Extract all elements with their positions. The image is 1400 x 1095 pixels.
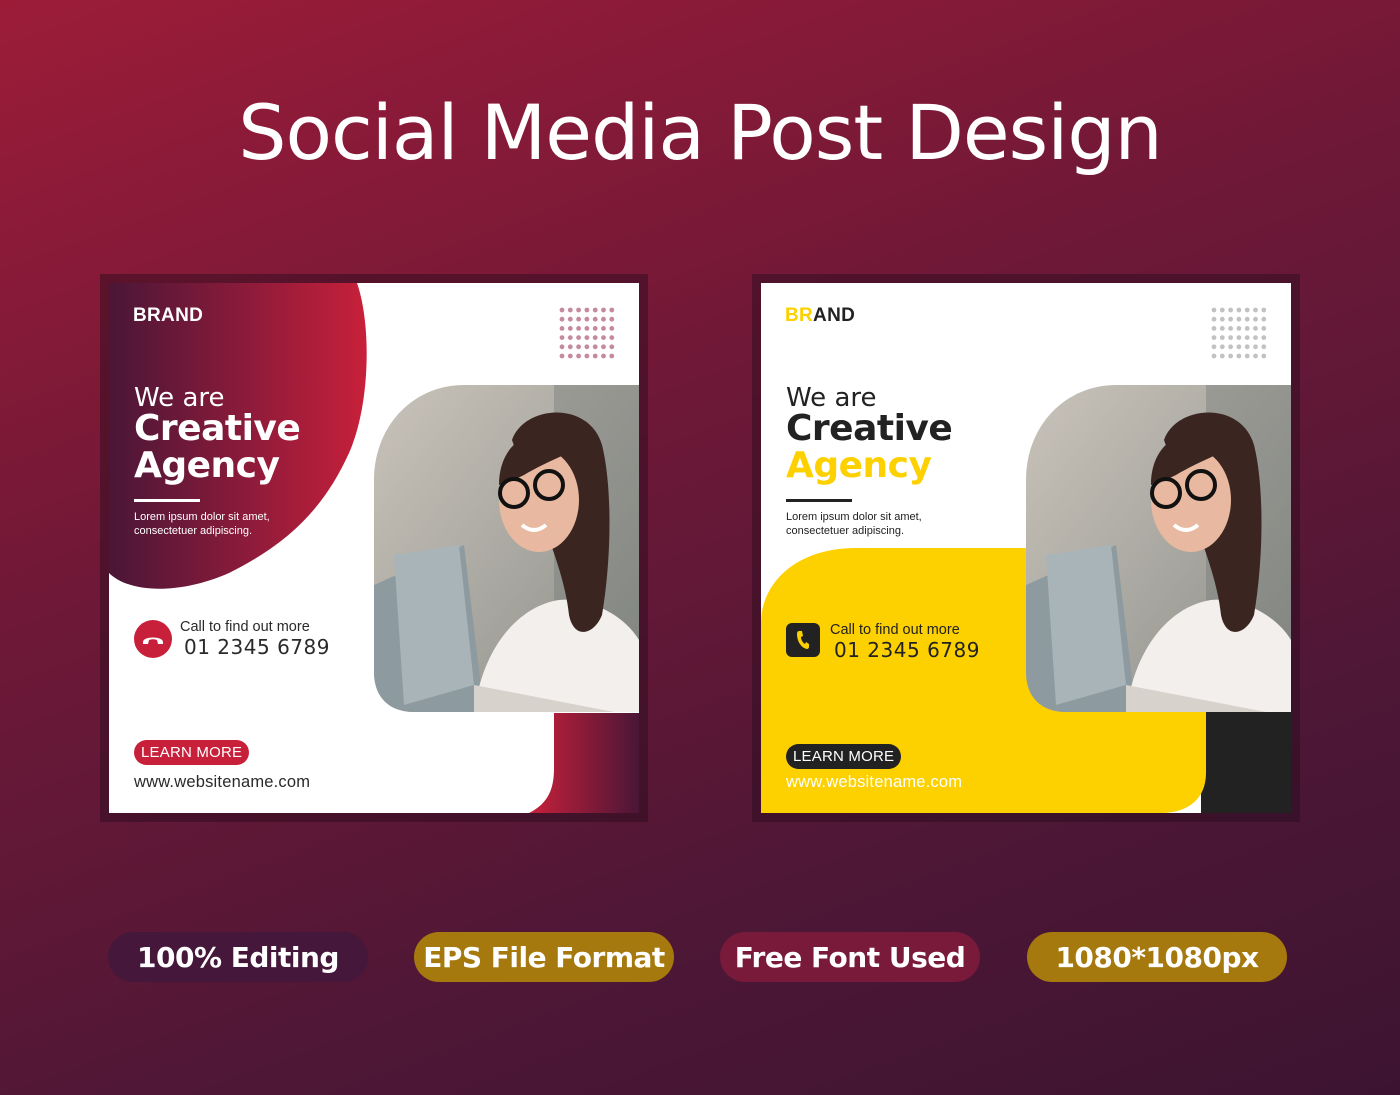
woman-photo	[1026, 385, 1291, 712]
brand-part-main: AND	[813, 305, 856, 326]
headline-accent: Agency	[786, 445, 932, 486]
learn-more-button[interactable]: LEARN MORE	[134, 740, 250, 765]
brand-name: BRAND	[133, 305, 204, 326]
post-card-yellow: BRAND We are Creative Agency Lorem ipsum…	[761, 283, 1291, 813]
red-corner-shape	[529, 713, 639, 813]
woman-photo	[374, 385, 639, 712]
dark-corner-block	[1201, 711, 1291, 813]
dot-grid-icon	[1211, 307, 1267, 359]
phone-handset-icon	[134, 620, 172, 658]
dot-grid-icon	[559, 307, 615, 359]
call-label: Call to find out more	[830, 622, 960, 638]
website-link[interactable]: www.websitename.com	[134, 773, 310, 792]
brand-part-accent: BR	[785, 305, 814, 326]
call-label: Call to find out more	[180, 619, 310, 635]
headline-main: Creative	[786, 408, 953, 449]
body-text: Lorem ipsum dolor sit amet, consectetuer…	[134, 511, 270, 537]
website-link[interactable]: www.websitename.com	[786, 773, 962, 792]
badge-editing: 100% Editing	[108, 932, 368, 982]
headline-underline	[786, 499, 852, 502]
headline-underline	[134, 499, 200, 502]
phone-number: 01 2345 6789	[834, 638, 980, 662]
headline-accent: Agency	[134, 445, 280, 486]
badge-size: 1080*1080px	[1027, 932, 1287, 982]
badge-file-format: EPS File Format	[414, 932, 674, 982]
headline-main: Creative	[134, 408, 301, 449]
body-text: Lorem ipsum dolor sit amet, consectetuer…	[786, 511, 922, 537]
badge-free-font: Free Font Used	[720, 932, 980, 982]
post-card-red: BRAND We are Creative Agency Lorem ipsum…	[109, 283, 639, 813]
brand-name: BRAND	[785, 305, 855, 327]
phone-icon	[786, 623, 820, 657]
page-title: Social Media Post Design	[238, 88, 1162, 177]
phone-number: 01 2345 6789	[184, 635, 330, 659]
learn-more-button[interactable]: LEARN MORE	[786, 744, 902, 769]
